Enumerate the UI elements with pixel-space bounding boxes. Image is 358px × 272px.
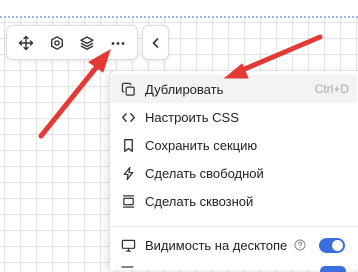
menu-item-make-free[interactable]: Сделать свободной: [111, 159, 357, 187]
menu-item-duplicate[interactable]: Дублировать Ctrl+D: [111, 75, 357, 103]
partial-icon: [121, 266, 134, 268]
pin-icon: [120, 193, 136, 209]
desktop-icon: [120, 237, 136, 253]
menu-item-label: Видимость на десктопе: [145, 237, 288, 253]
menu-item-css[interactable]: Настроить CSS: [111, 103, 357, 131]
canvas-top-strip: [0, 0, 358, 18]
layers-button[interactable]: [74, 30, 100, 56]
menu-divider: [111, 226, 358, 227]
menu-item-save-section[interactable]: Сохранить секцию: [111, 131, 357, 159]
partial-toggle: [320, 266, 346, 272]
toggle-knob: [332, 240, 343, 251]
bookmark-icon: [120, 137, 136, 153]
settings-icon: [50, 35, 63, 50]
menu-item-label: Сделать свободной: [145, 165, 264, 181]
settings-button[interactable]: [44, 30, 70, 56]
menu-item-desktop-visibility[interactable]: Видимость на десктопе: [111, 231, 357, 259]
menu-item-shortcut: Ctrl+D: [314, 82, 349, 96]
block-toolbar: [6, 25, 138, 60]
chevron-left-icon: [152, 37, 158, 48]
help-icon[interactable]: [294, 239, 306, 251]
move-button[interactable]: [13, 30, 39, 56]
menu-item-label: Сделать сквозной: [145, 193, 254, 209]
lightning-icon: [120, 165, 136, 181]
move-icon: [19, 35, 34, 50]
layers-icon: [80, 35, 94, 50]
menu-item-label: Дублировать: [145, 81, 224, 97]
code-icon: [120, 109, 136, 125]
menu-item-label: Настроить CSS: [145, 109, 239, 125]
desktop-visibility-toggle[interactable]: [319, 238, 345, 253]
duplicate-icon: [120, 81, 136, 97]
menu-item-label: Сохранить секцию: [145, 137, 258, 153]
back-button[interactable]: [142, 25, 169, 60]
menu-item-partial: [111, 264, 358, 272]
menu-item-make-pinned[interactable]: Сделать сквозной: [111, 187, 357, 215]
arrow-to-more-button: [38, 48, 111, 139]
more-button[interactable]: [105, 30, 131, 56]
context-menu: Дублировать Ctrl+D Настроить CSS Сохрани…: [109, 70, 358, 272]
more-icon: [111, 41, 125, 45]
